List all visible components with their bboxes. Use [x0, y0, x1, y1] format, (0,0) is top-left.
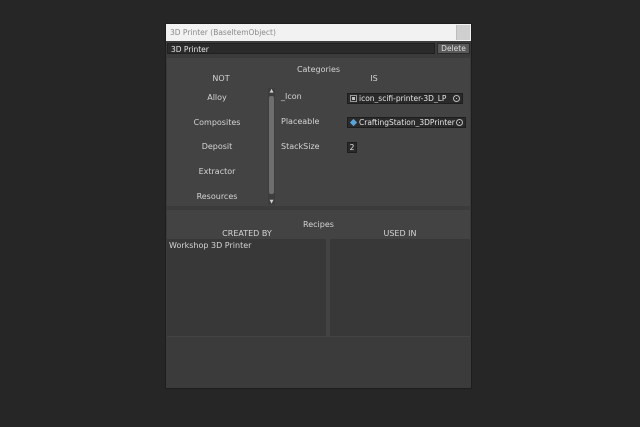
delete-button[interactable]: Delete	[437, 43, 470, 54]
used-in-header: USED IN	[383, 229, 417, 238]
not-column-header: NOT	[212, 74, 230, 83]
list-item[interactable]: Alloy	[167, 93, 267, 102]
scroll-up-icon[interactable]: ▲	[268, 88, 275, 94]
scroll-down-icon[interactable]: ▼	[268, 199, 275, 205]
title-bar[interactable]: 3D Printer (BaseItemObject)	[166, 24, 471, 41]
list-item[interactable]: Deposit	[167, 142, 267, 151]
window-title: 3D Printer (BaseItemObject)	[170, 28, 276, 37]
recipes-header: Recipes	[303, 220, 334, 229]
icon-property-label: _Icon	[281, 92, 302, 101]
stacksize-property-label: StackSize	[281, 142, 320, 151]
placeable-value: CraftingStation_3DPrinter	[359, 118, 455, 127]
close-button[interactable]	[456, 25, 470, 40]
object-picker-icon[interactable]	[453, 95, 460, 102]
list-item[interactable]: Composites	[167, 118, 267, 127]
used-in-list	[330, 239, 470, 336]
created-by-list: Workshop 3D Printer	[167, 239, 326, 336]
stacksize-field[interactable]: 2	[347, 142, 357, 153]
placeable-object-field[interactable]: CraftingStation_3DPrinter	[347, 117, 466, 128]
list-item[interactable]: Resources	[167, 192, 267, 201]
icon-object-field[interactable]: icon_scifi-printer-3D_LP	[347, 93, 463, 104]
list-item[interactable]: Workshop 3D Printer	[169, 241, 251, 250]
placeable-property-label: Placeable	[281, 117, 320, 126]
name-input[interactable]: 3D Printer	[167, 43, 435, 54]
inspector-window: 3D Printer (BaseItemObject) 3D Printer D…	[165, 23, 472, 389]
categories-header: Categories	[296, 65, 341, 74]
prefab-icon	[349, 118, 358, 127]
list-item[interactable]: Extractor	[167, 167, 267, 176]
is-column-header: IS	[370, 74, 378, 83]
scroll-thumb[interactable]	[269, 96, 274, 194]
icon-value: icon_scifi-printer-3D_LP	[359, 94, 447, 103]
not-categories-list: Alloy Composites Deposit Extractor Resou…	[167, 87, 267, 209]
image-icon	[350, 95, 357, 102]
created-by-header: CREATED BY	[222, 229, 272, 238]
categories-scrollbar[interactable]: ▲ ▼	[268, 88, 275, 205]
object-picker-icon[interactable]	[456, 119, 463, 126]
